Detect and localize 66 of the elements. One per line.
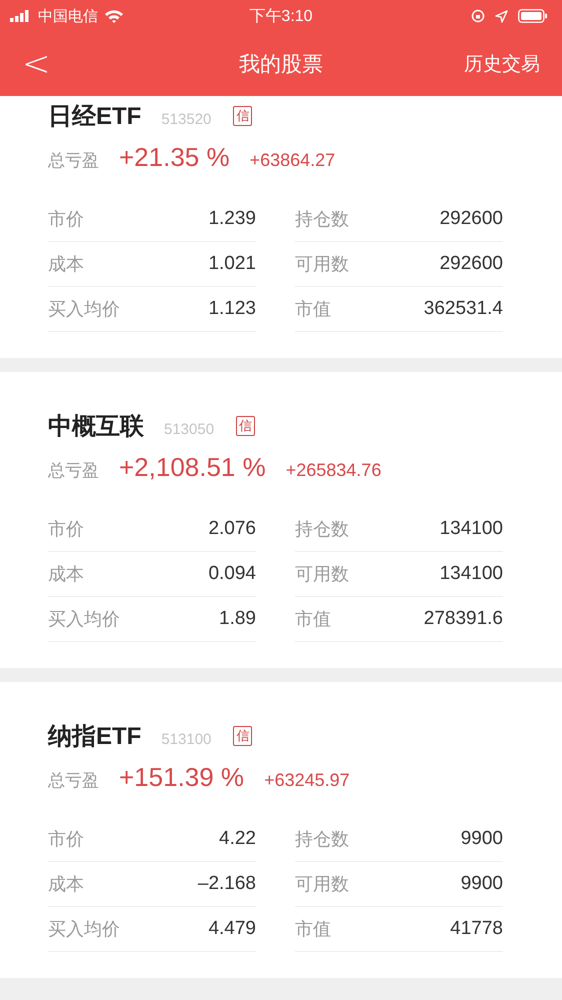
stat-label: 持仓数 xyxy=(295,828,349,851)
history-button[interactable]: 历史交易 xyxy=(464,51,540,77)
stock-name: 中概互联 xyxy=(48,412,144,442)
stat-value: 41778 xyxy=(450,918,503,940)
stat-value: 1.123 xyxy=(208,298,256,320)
stat-label: 持仓数 xyxy=(295,208,349,231)
stat-value: 292600 xyxy=(440,253,503,275)
profit-label: 总亏盈 xyxy=(48,150,99,172)
stat-value: 4.479 xyxy=(208,918,256,940)
profit-percent: +21.35 % xyxy=(119,142,230,173)
battery-icon xyxy=(518,9,548,23)
credit-tag: 信 xyxy=(236,416,256,436)
lock-rotation-icon xyxy=(471,9,485,23)
stat-value: 292600 xyxy=(440,208,503,230)
profit-percent: +2,108.51 % xyxy=(119,452,266,483)
stat-value: 134100 xyxy=(440,563,503,585)
stat-label: 可用数 xyxy=(295,563,349,586)
stat-value: 0.094 xyxy=(208,563,256,585)
stat-value: –2.168 xyxy=(198,873,256,895)
carrier-name: 中国电信 xyxy=(38,6,98,26)
stat-label: 市值 xyxy=(295,298,331,321)
profit-amount: +63245.97 xyxy=(264,770,350,791)
stat-value: 4.22 xyxy=(219,828,256,850)
wifi-icon xyxy=(104,9,124,23)
stock-code: 513520 xyxy=(161,111,212,128)
stat-label: 成本 xyxy=(48,563,84,586)
credit-tag: 信 xyxy=(233,726,252,746)
stat-value: 278391.6 xyxy=(424,608,503,630)
page-title: 我的股票 xyxy=(239,52,323,78)
stock-code: 513100 xyxy=(161,731,212,748)
stat-label: 市价 xyxy=(48,518,84,541)
stock-card[interactable]: 纳指ETF 513100 信 总亏盈 +151.39 % +63245.97 市价 4.22 持仓数 9900 成本 –2.168 可用数 9900 买入均价 4.479 市值 41778 xyxy=(0,682,562,978)
stock-code: 513050 xyxy=(164,421,214,438)
stat-value: 1.89 xyxy=(219,608,256,630)
stock-card[interactable]: 日经ETF 513520 信 总亏盈 +21.35 % +63864.27 市价 1.239 持仓数 292600 成本 1.021 可用数 292600 买入均价 1.123 市值 362531.4 xyxy=(0,96,562,358)
profit-label: 总亏盈 xyxy=(48,460,99,482)
stat-value: 362531.4 xyxy=(424,298,503,320)
credit-tag: 信 xyxy=(233,106,252,126)
profit-amount: +63864.27 xyxy=(250,150,336,171)
location-icon xyxy=(495,10,508,22)
stat-label: 买入均价 xyxy=(48,918,120,941)
stat-value: 9900 xyxy=(460,873,503,895)
status-time: 下午3:10 xyxy=(249,6,313,26)
back-button[interactable]: < xyxy=(16,47,56,81)
stat-label: 市价 xyxy=(48,828,84,851)
stat-label: 可用数 xyxy=(295,873,349,896)
stat-label: 成本 xyxy=(48,873,84,896)
stat-label: 成本 xyxy=(48,253,84,276)
stock-name: 纳指ETF xyxy=(48,722,142,752)
stat-label: 买入均价 xyxy=(48,608,120,631)
stat-value: 2.076 xyxy=(208,518,256,540)
stat-value: 1.021 xyxy=(208,253,256,275)
stat-value: 1.239 xyxy=(208,208,256,230)
stat-label: 买入均价 xyxy=(48,298,120,321)
profit-percent: +151.39 % xyxy=(119,762,244,793)
profit-label: 总亏盈 xyxy=(48,770,99,792)
stat-label: 可用数 xyxy=(295,253,349,276)
stock-name: 日经ETF xyxy=(48,102,142,132)
stat-value: 9900 xyxy=(460,828,503,850)
stat-label: 市值 xyxy=(295,608,331,631)
stat-label: 持仓数 xyxy=(295,518,349,541)
stock-card[interactable]: 中概互联 513050 信 总亏盈 +2,108.51 % +265834.76 市价 2.076 持仓数 134100 成本 0.094 可用数 134100 买入均价 1.89 市值 278391.6 xyxy=(0,372,562,668)
stat-value: 134100 xyxy=(440,518,503,540)
profit-amount: +265834.76 xyxy=(286,460,382,481)
stat-label: 市价 xyxy=(48,208,84,231)
stat-label: 市值 xyxy=(295,918,331,941)
